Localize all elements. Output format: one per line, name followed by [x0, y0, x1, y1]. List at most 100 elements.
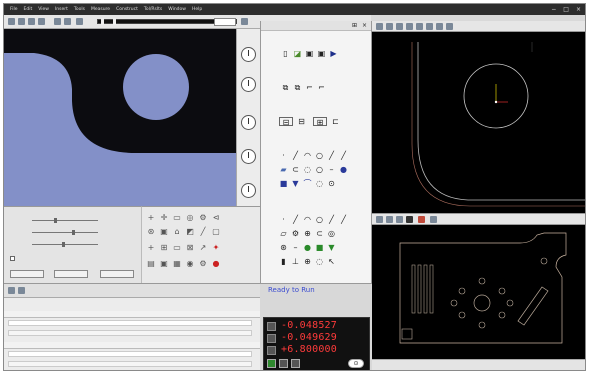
c-sphere-icon[interactable]: ●	[303, 243, 312, 252]
y-axis-button[interactable]	[267, 334, 276, 343]
circle-tool-icon[interactable]: ◎	[185, 213, 195, 223]
c-target-icon[interactable]: ⊛	[279, 243, 288, 252]
dro-units-icon[interactable]	[267, 359, 276, 368]
c-cross-icon[interactable]: ⊕	[303, 257, 312, 266]
table-row[interactable]	[8, 330, 252, 336]
settings-icon[interactable]	[76, 18, 83, 25]
surface-light-dial-icon[interactable]	[241, 183, 256, 198]
cad2-zoom-icon[interactable]	[386, 216, 393, 223]
cad-view-part[interactable]	[372, 225, 585, 359]
probe-4-icon[interactable]: ⊏	[331, 117, 340, 126]
results-export-icon[interactable]	[18, 287, 25, 294]
menu-tools[interactable]: Tools	[74, 7, 85, 12]
cone-icon[interactable]: ◌	[303, 165, 312, 174]
box-feature-icon[interactable]: ■	[279, 179, 288, 188]
menu-construct[interactable]: Construct	[116, 7, 138, 12]
camera-view[interactable]	[4, 29, 236, 206]
maximize-button[interactable]: □	[563, 6, 569, 13]
cad-view-top[interactable]	[372, 21, 585, 213]
save-as-icon[interactable]: ▣	[317, 49, 326, 58]
fit-icon[interactable]	[38, 18, 45, 25]
focus-icon[interactable]	[54, 18, 61, 25]
c-plane-icon[interactable]: ▱	[279, 229, 288, 238]
menu-edit[interactable]: Edit	[24, 7, 33, 12]
settings-2-icon[interactable]: ⚙	[198, 259, 208, 269]
picture-2-icon[interactable]: ▦	[172, 259, 182, 269]
picture-icon[interactable]: ▣	[159, 259, 169, 269]
c-distance-icon[interactable]: ╱	[327, 215, 336, 224]
table-row[interactable]	[8, 320, 252, 326]
ring-icon[interactable]: ◉	[185, 259, 195, 269]
light-button-3[interactable]	[100, 270, 134, 278]
cad2-refresh-icon[interactable]	[430, 216, 437, 223]
plane-icon[interactable]: ▰	[279, 165, 288, 174]
crosshair-icon[interactable]: +	[146, 213, 156, 223]
z-axis-button[interactable]	[267, 346, 276, 355]
c-ring-icon[interactable]: ◎	[327, 229, 336, 238]
cad2-fit-icon[interactable]	[396, 216, 403, 223]
c-cylinder-icon[interactable]: ▮	[279, 257, 288, 266]
save-icon[interactable]: ▣	[305, 49, 314, 58]
point-icon[interactable]: ·	[279, 151, 288, 160]
close-icon[interactable]: ×	[362, 22, 367, 29]
zoom-in-icon[interactable]	[8, 18, 15, 25]
slot-icon[interactable]: ⌒	[303, 179, 312, 188]
probe-2-icon[interactable]: ⊟	[297, 117, 306, 126]
menu-measure[interactable]: Measure	[91, 7, 110, 12]
record-icon[interactable]: ●	[211, 259, 221, 269]
line-icon[interactable]: ╱	[291, 151, 300, 160]
cad-pan-icon[interactable]	[386, 23, 393, 30]
undo-icon[interactable]: ⌐	[305, 83, 314, 92]
pan-icon[interactable]	[28, 18, 35, 25]
square-icon[interactable]: ▣	[159, 227, 169, 237]
probe-icon[interactable]: ⊟	[279, 117, 293, 127]
grid-tool-icon[interactable]: ▢	[211, 227, 221, 237]
line-tool-icon[interactable]: ╱	[198, 227, 208, 237]
c-arc-icon[interactable]: ◠	[303, 215, 312, 224]
table-row[interactable]	[8, 361, 252, 367]
light-button-2[interactable]	[54, 270, 88, 278]
dro-home-icon[interactable]	[291, 359, 300, 368]
dro-power-icon[interactable]: ⊙	[348, 359, 364, 368]
focus-dial-icon[interactable]	[241, 77, 256, 92]
cad2-select-icon[interactable]	[376, 216, 383, 223]
arrow-icon[interactable]: ↗	[198, 243, 208, 253]
triangle-icon[interactable]: ▼	[291, 179, 300, 188]
move-icon[interactable]: ✛	[159, 213, 169, 223]
slope-icon[interactable]: ◩	[185, 227, 195, 237]
c-point-icon[interactable]: ·	[279, 215, 288, 224]
circle-icon[interactable]: ○	[315, 151, 324, 160]
redo-icon[interactable]: ⌐	[317, 83, 326, 92]
slider-thumb-right[interactable]	[113, 18, 116, 25]
cad-grid-icon[interactable]	[436, 23, 443, 30]
menu-view[interactable]: View	[38, 7, 49, 12]
menu-tolerance[interactable]: Tol/Rslts	[144, 7, 162, 12]
back-light-dial-icon[interactable]	[241, 149, 256, 164]
light-slider-2[interactable]	[32, 230, 98, 235]
c-angle-icon[interactable]: ╱	[339, 215, 348, 224]
cad2-delete-icon[interactable]	[418, 216, 425, 223]
c-hook-icon[interactable]: ↖	[327, 257, 336, 266]
cad2-dark-icon[interactable]	[406, 216, 413, 223]
c-cone-icon[interactable]: ▼	[327, 243, 336, 252]
edge-icon[interactable]: ⊲	[211, 213, 221, 223]
c-pattern-icon[interactable]: ◌	[315, 257, 324, 266]
run-icon[interactable]: ▶	[329, 49, 338, 58]
zoom-out-icon[interactable]	[18, 18, 25, 25]
angle-icon[interactable]: ╱	[339, 151, 348, 160]
minimize-button[interactable]: −	[551, 6, 556, 13]
camera-icon[interactable]: ⌂	[172, 227, 182, 237]
checkbox[interactable]	[10, 256, 15, 261]
menu-help[interactable]: Help	[192, 7, 202, 12]
grid-icon[interactable]	[241, 18, 248, 25]
ring-light-dial-icon[interactable]	[241, 115, 256, 130]
torus-icon[interactable]: ○	[315, 165, 324, 174]
copy-icon[interactable]: ⧉	[281, 83, 290, 92]
c-probe-icon[interactable]: ⊥	[291, 257, 300, 266]
distance-icon[interactable]: ╱	[327, 151, 336, 160]
cad-print-icon[interactable]	[446, 23, 453, 30]
light-slider-1[interactable]	[32, 218, 98, 223]
new-file-icon[interactable]: ▯	[281, 49, 290, 58]
split-icon[interactable]: ⊠	[185, 243, 195, 253]
zoom-box-icon[interactable]: ⊞	[159, 243, 169, 253]
